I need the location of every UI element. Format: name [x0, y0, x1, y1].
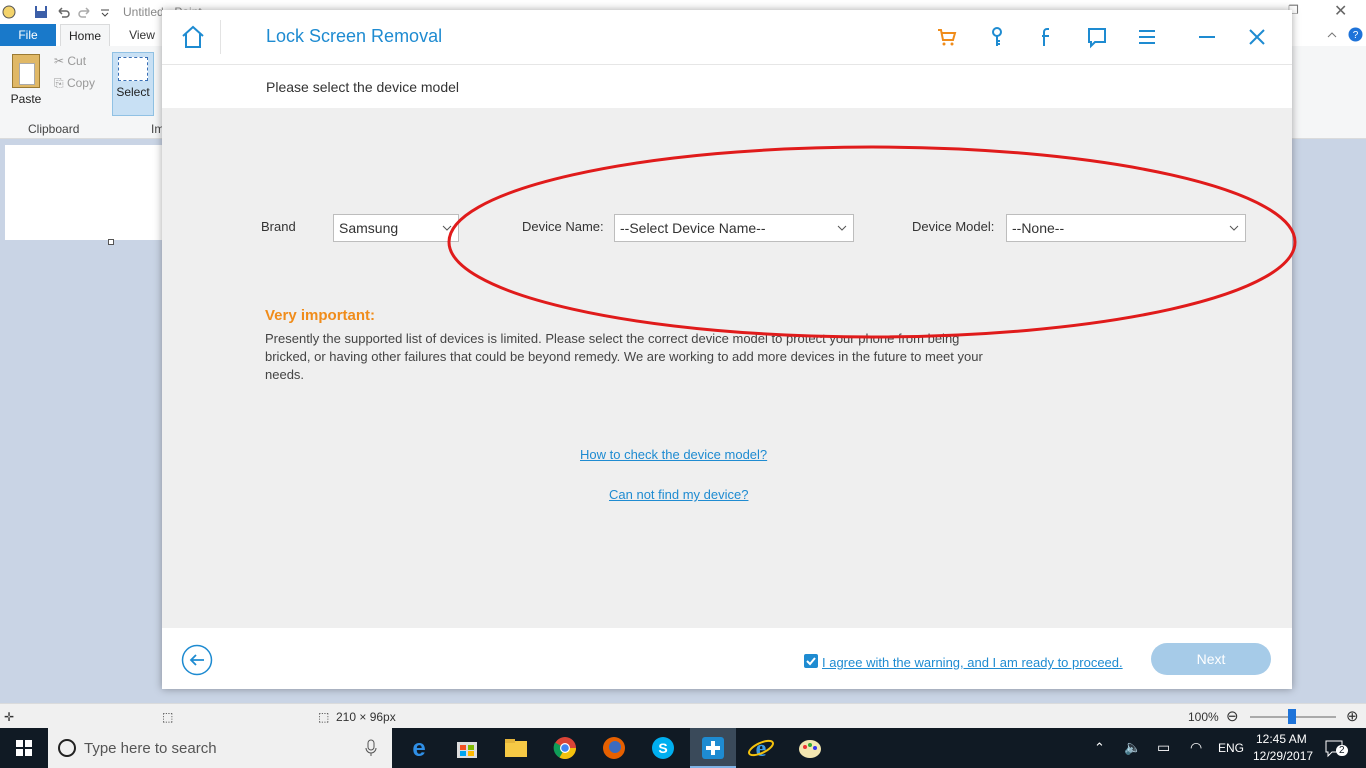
- paste-label: Paste: [10, 92, 42, 106]
- svg-text:?: ?: [1353, 30, 1359, 41]
- subtitle-bar: Please select the device model: [162, 65, 1292, 108]
- chevron-down-icon: [1229, 225, 1239, 231]
- volume-icon[interactable]: 🔈: [1124, 739, 1141, 756]
- cortana-icon: [58, 739, 76, 757]
- red-highlight-ellipse: [447, 145, 1297, 339]
- check-device-model-link[interactable]: How to check the device model?: [580, 447, 767, 462]
- important-description: Presently the supported list of devices …: [265, 331, 983, 382]
- device-model-select-value: --None--: [1012, 220, 1065, 236]
- brand-label: Brand: [261, 219, 296, 234]
- paint-status-bar: ✛ ⬚ ⬚ 210 × 96px 100% ⊖ ⊕: [0, 703, 1366, 729]
- notification-count: 2: [1336, 745, 1348, 756]
- selection-size-icon: ⬚: [162, 710, 174, 724]
- image-size-text: 210 × 96px: [336, 710, 396, 724]
- chevron-down-icon: [837, 225, 847, 231]
- close-icon[interactable]: [1245, 25, 1269, 49]
- network-icon[interactable]: ◠: [1190, 739, 1202, 756]
- header-divider: [220, 20, 221, 54]
- cut-button[interactable]: ✂ Cut: [54, 54, 86, 68]
- help-icon[interactable]: ?: [1348, 27, 1363, 42]
- windows-start-icon[interactable]: [0, 728, 48, 768]
- facebook-icon[interactable]: [1035, 25, 1059, 49]
- select-button[interactable]: Select: [112, 52, 154, 116]
- zoom-out-icon[interactable]: ⊖: [1226, 707, 1239, 725]
- zoom-slider-thumb[interactable]: [1288, 709, 1296, 724]
- quick-access-dropdown-icon[interactable]: [98, 5, 112, 19]
- action-center-icon[interactable]: 2: [1324, 738, 1348, 758]
- save-icon[interactable]: [34, 5, 48, 19]
- key-icon[interactable]: [985, 25, 1009, 49]
- minimize-icon[interactable]: [1195, 25, 1219, 49]
- clock-time[interactable]: 12:45 AM: [1256, 732, 1307, 746]
- canvas-resize-handle[interactable]: [108, 239, 114, 245]
- clock-date[interactable]: 12/29/2017: [1253, 749, 1313, 763]
- paste-icon: [12, 54, 40, 88]
- device-model-label: Device Model:: [912, 219, 995, 234]
- cut-label: Cut: [67, 54, 87, 68]
- brand-select[interactable]: Samsung: [333, 214, 459, 242]
- internet-explorer-icon[interactable]: e: [746, 734, 776, 762]
- cart-icon[interactable]: [935, 25, 959, 49]
- image-size-icon: ⬚: [318, 710, 330, 724]
- paste-button[interactable]: Paste: [6, 52, 46, 116]
- paint-close-icon[interactable]: ✕: [1334, 1, 1347, 21]
- show-hidden-icons-icon[interactable]: ⌃: [1094, 740, 1105, 756]
- agree-warning-link[interactable]: I agree with the warning, and I am ready…: [822, 655, 1123, 670]
- redo-icon[interactable]: [78, 5, 92, 19]
- agree-checkbox[interactable]: [804, 654, 818, 668]
- chrome-icon[interactable]: [550, 734, 580, 762]
- checkmark-icon: [806, 657, 816, 666]
- select-label: Select: [116, 85, 150, 99]
- paint-canvas[interactable]: [5, 145, 165, 240]
- select-icon: [118, 57, 148, 81]
- tab-view[interactable]: View: [122, 24, 162, 46]
- feedback-icon[interactable]: [1085, 25, 1109, 49]
- svg-text:e: e: [412, 735, 425, 762]
- skype-icon[interactable]: S: [648, 734, 678, 762]
- svg-text:S: S: [658, 740, 667, 756]
- store-icon[interactable]: [452, 734, 482, 762]
- device-name-select[interactable]: --Select Device Name--: [614, 214, 854, 242]
- paint-app-icon: [2, 5, 16, 19]
- device-model-select[interactable]: --None--: [1006, 214, 1246, 242]
- undo-icon[interactable]: [56, 5, 70, 19]
- brand-select-value: Samsung: [339, 220, 399, 236]
- app-title: Lock Screen Removal: [266, 26, 443, 46]
- home-icon[interactable]: [180, 24, 206, 50]
- paint-taskbar-icon[interactable]: [795, 734, 825, 762]
- windows-taskbar: Type here to search e S e ⌃ 🔈 ▭ ◠ ENG 12…: [0, 728, 1366, 768]
- collapse-ribbon-icon[interactable]: [1326, 29, 1338, 41]
- copy-button[interactable]: ⎘ Copy: [54, 76, 95, 91]
- device-name-label: Device Name:: [522, 219, 604, 234]
- svg-text:e: e: [756, 736, 767, 762]
- search-placeholder: Type here to search: [84, 740, 217, 757]
- important-heading: Very important:: [265, 307, 376, 324]
- page-subtitle: Please select the device model: [266, 79, 459, 95]
- chevron-down-icon: [442, 225, 452, 231]
- file-explorer-icon[interactable]: [501, 734, 531, 762]
- firefox-icon[interactable]: [599, 734, 629, 762]
- taskbar-active-app[interactable]: [690, 728, 736, 768]
- cannot-find-device-link[interactable]: Can not find my device?: [609, 487, 748, 502]
- device-name-select-value: --Select Device Name--: [620, 220, 766, 236]
- microphone-icon[interactable]: [364, 739, 378, 757]
- back-arrow-icon[interactable]: [181, 644, 213, 676]
- menu-icon[interactable]: [1135, 25, 1159, 49]
- language-indicator[interactable]: ENG: [1218, 741, 1244, 755]
- zoom-level: 100%: [1188, 710, 1219, 724]
- dr-fone-icon: [702, 737, 724, 759]
- dialog-footer: I agree with the warning, and I am ready…: [162, 628, 1292, 689]
- dialog-header: Lock Screen Removal: [162, 10, 1292, 65]
- next-button[interactable]: Next: [1151, 643, 1271, 675]
- zoom-in-icon[interactable]: ⊕: [1346, 707, 1359, 725]
- taskbar-search-box[interactable]: Type here to search: [48, 728, 392, 768]
- lock-screen-removal-dialog: Lock Screen Removal Please select the de…: [162, 10, 1297, 689]
- clipboard-group-label: Clipboard: [28, 122, 80, 136]
- battery-icon[interactable]: ▭: [1157, 739, 1170, 756]
- cursor-position-icon: ✛: [4, 710, 15, 724]
- tab-file[interactable]: File: [0, 24, 56, 46]
- tab-home[interactable]: Home: [60, 24, 110, 46]
- edge-icon[interactable]: e: [404, 734, 434, 762]
- copy-label: Copy: [66, 76, 95, 90]
